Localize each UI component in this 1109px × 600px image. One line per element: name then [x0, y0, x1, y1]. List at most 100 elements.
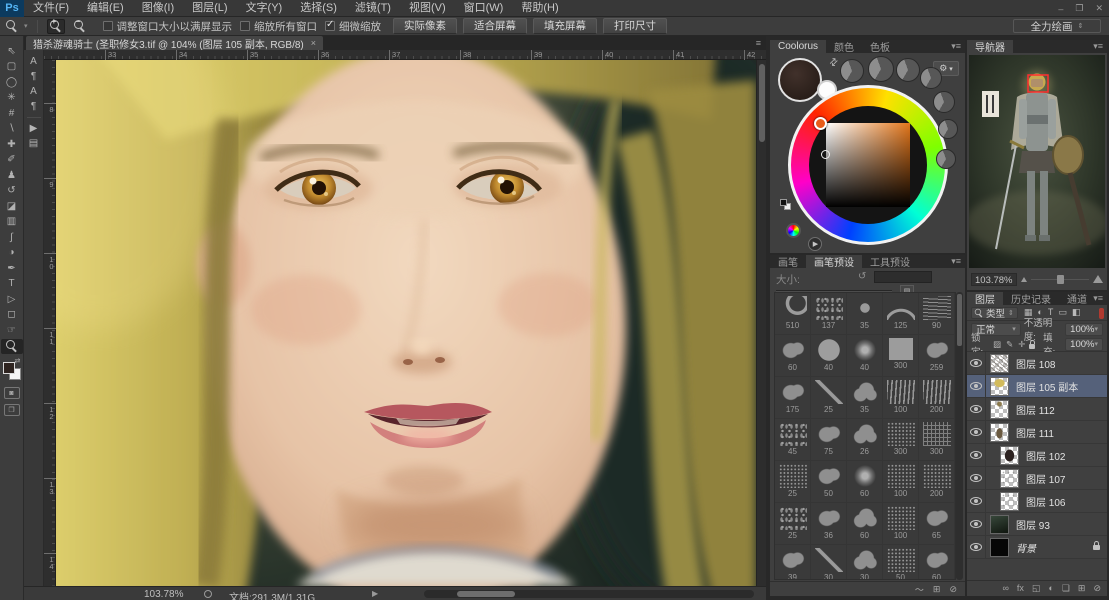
brush-size-input[interactable] — [874, 271, 932, 283]
navigator-zoom-slider[interactable] — [1030, 274, 1089, 284]
paragraph-styles-panel-icon[interactable]: ¶ — [26, 99, 42, 114]
harmony-knob-1[interactable] — [868, 56, 894, 82]
harmony-knob-6[interactable] — [936, 149, 956, 169]
tab-coolorus[interactable]: Coolorus — [770, 40, 827, 53]
layer-row[interactable]: 图层 111 — [967, 421, 1107, 444]
layer-thumbnail[interactable] — [990, 376, 1009, 396]
new-brush-icon[interactable]: ⊞ — [933, 584, 941, 595]
layer-row[interactable]: 图层 107 — [967, 467, 1107, 490]
lock-paint-icon[interactable]: ✎ — [1006, 339, 1013, 350]
option-button-3[interactable]: 打印尺寸 — [603, 18, 668, 34]
close-tab-icon[interactable]: × — [311, 38, 316, 48]
left-ruler[interactable]: 8 9 10 11 12 13 14 — [44, 60, 56, 586]
screen-mode-button[interactable]: ❐ — [3, 404, 20, 416]
quick-mask-button[interactable]: ◙ — [3, 387, 20, 399]
panel-menu-icon[interactable]: ▾≡ — [951, 41, 961, 52]
foreground-color[interactable] — [2, 362, 15, 374]
horizontal-scrollbar[interactable] — [424, 590, 754, 598]
layer-visibility[interactable] — [967, 536, 986, 558]
brush-preset[interactable]: 40 — [811, 335, 847, 377]
play-icon[interactable]: ▶ — [808, 237, 822, 251]
layer-row[interactable]: 图层 93 — [967, 513, 1107, 536]
move-tool[interactable]: ⇖ — [1, 44, 23, 60]
layer-visibility[interactable] — [967, 513, 986, 535]
option-button-2[interactable]: 填充屏幕 — [533, 18, 598, 34]
healing-tool[interactable]: ✚ — [1, 137, 23, 153]
brush-preset[interactable]: 30 — [811, 545, 847, 579]
layer-row[interactable]: 图层 112 — [967, 398, 1107, 421]
color-swatches[interactable]: ⇄ — [2, 357, 22, 382]
brush-preset[interactable]: 200 — [919, 461, 955, 503]
filter-enable-toggle[interactable] — [1099, 308, 1104, 319]
type-tool[interactable]: T — [1, 277, 23, 293]
lock-move-icon[interactable]: ✛ — [1018, 339, 1025, 350]
brush-preset[interactable]: 35 — [847, 293, 883, 335]
pen-tool[interactable]: ✒ — [1, 261, 23, 277]
layer-thumbnail[interactable] — [1000, 468, 1019, 488]
saturation-value-square[interactable] — [826, 123, 910, 207]
tab-颜色[interactable]: 颜色 — [826, 40, 862, 54]
status-menu-arrow[interactable]: ▶ — [372, 589, 378, 598]
option-checkbox-2[interactable]: 细微缩放 — [325, 19, 381, 34]
eraser-tool[interactable]: ◪ — [1, 199, 23, 215]
clone-stamp-tool[interactable]: ♟ — [1, 168, 23, 184]
layer-thumbnail[interactable] — [990, 422, 1009, 442]
tab-navigator[interactable]: 导航器 — [967, 40, 1013, 54]
delete-brush-icon[interactable]: ⊘ — [949, 584, 957, 595]
smudge-tool[interactable]: ∫ — [1, 230, 23, 246]
brush-preset[interactable]: 137 — [811, 293, 847, 335]
brush-preset[interactable]: 26 — [847, 419, 883, 461]
marquee-tool[interactable]: ▢ — [1, 60, 23, 76]
brush-preset[interactable]: 259 — [919, 335, 955, 377]
lasso-tool[interactable]: ◯ — [1, 75, 23, 91]
lock-all-icon[interactable] — [1029, 339, 1036, 349]
color-wheel[interactable] — [788, 85, 948, 245]
layer-filter-kind[interactable]: 类型 ⇕ — [971, 306, 1018, 320]
swap-colors-icon[interactable]: ⇄ — [827, 56, 841, 70]
layer-effects-icon[interactable]: fx — [1017, 583, 1024, 593]
document-tab[interactable]: 猎杀游魂骑士 (圣职修女3.tif @ 104% (图层 105 副本, RGB… — [26, 36, 324, 51]
delete-layer-icon[interactable]: ⊘ — [1093, 583, 1101, 594]
path-select-tool[interactable]: ▷ — [1, 292, 23, 308]
brush-preset[interactable]: 36 — [811, 503, 847, 545]
brush-preset[interactable]: 510 — [775, 293, 811, 335]
brush-preset[interactable]: 45 — [775, 419, 811, 461]
brush-preset[interactable]: 30 — [847, 545, 883, 579]
option-checkbox-1[interactable]: 缩放所有窗口 — [240, 19, 317, 34]
layer-row[interactable]: 图层 105 副本 — [967, 375, 1107, 398]
tool-dropdown-arrow[interactable]: ▾ — [24, 22, 28, 30]
menu-filter[interactable]: 滤镜(T) — [346, 0, 400, 17]
filter-smart-icon[interactable]: ◧ — [1072, 307, 1081, 318]
current-color-swatch[interactable] — [778, 58, 822, 102]
tab-工具预设[interactable]: 工具预设 — [862, 255, 918, 269]
vertical-scrollbar[interactable] — [756, 60, 766, 586]
mini-fg-bg-swatches[interactable] — [780, 199, 792, 211]
layer-visibility[interactable] — [967, 444, 986, 466]
swap-colors-icon[interactable]: ⇄ — [15, 357, 21, 365]
layer-visibility[interactable] — [967, 375, 986, 397]
link-layers-icon[interactable]: ∞ — [1002, 583, 1008, 593]
brush-tool[interactable]: ✐ — [1, 153, 23, 169]
layer-visibility[interactable] — [967, 421, 986, 443]
brush-preset[interactable]: 39 — [775, 545, 811, 579]
brush-preset[interactable]: 50 — [883, 545, 919, 579]
adjustment-layer-icon[interactable]: ◐ — [1048, 583, 1053, 593]
tab-bar-menu-icon[interactable]: ≡ — [756, 38, 761, 48]
restore-button[interactable]: ❐ — [1075, 3, 1083, 14]
harmony-knob-0[interactable] — [840, 59, 864, 83]
layer-visibility[interactable] — [967, 467, 986, 489]
tab-图层[interactable]: 图层 — [967, 292, 1003, 306]
layer-thumbnail[interactable] — [990, 353, 1009, 373]
top-ruler[interactable]: 33 34 35 36 37 38 39 40 41 42 — [44, 50, 766, 60]
harmony-knob-3[interactable] — [920, 67, 942, 89]
color-wheel-mode-icon[interactable] — [786, 223, 801, 238]
navigator-zoom-thumb[interactable] — [1057, 274, 1065, 284]
history-brush-tool[interactable]: ↺ — [1, 184, 23, 200]
brush-preset[interactable]: 25 — [775, 461, 811, 503]
add-mask-icon[interactable]: ◱ — [1032, 583, 1041, 594]
brush-preset[interactable]: 60 — [847, 461, 883, 503]
zoom-out-small-icon[interactable] — [1020, 276, 1027, 282]
menu-select[interactable]: 选择(S) — [291, 0, 346, 17]
brush-preset[interactable]: 50 — [811, 461, 847, 503]
option-button-1[interactable]: 适合屏幕 — [463, 18, 528, 34]
